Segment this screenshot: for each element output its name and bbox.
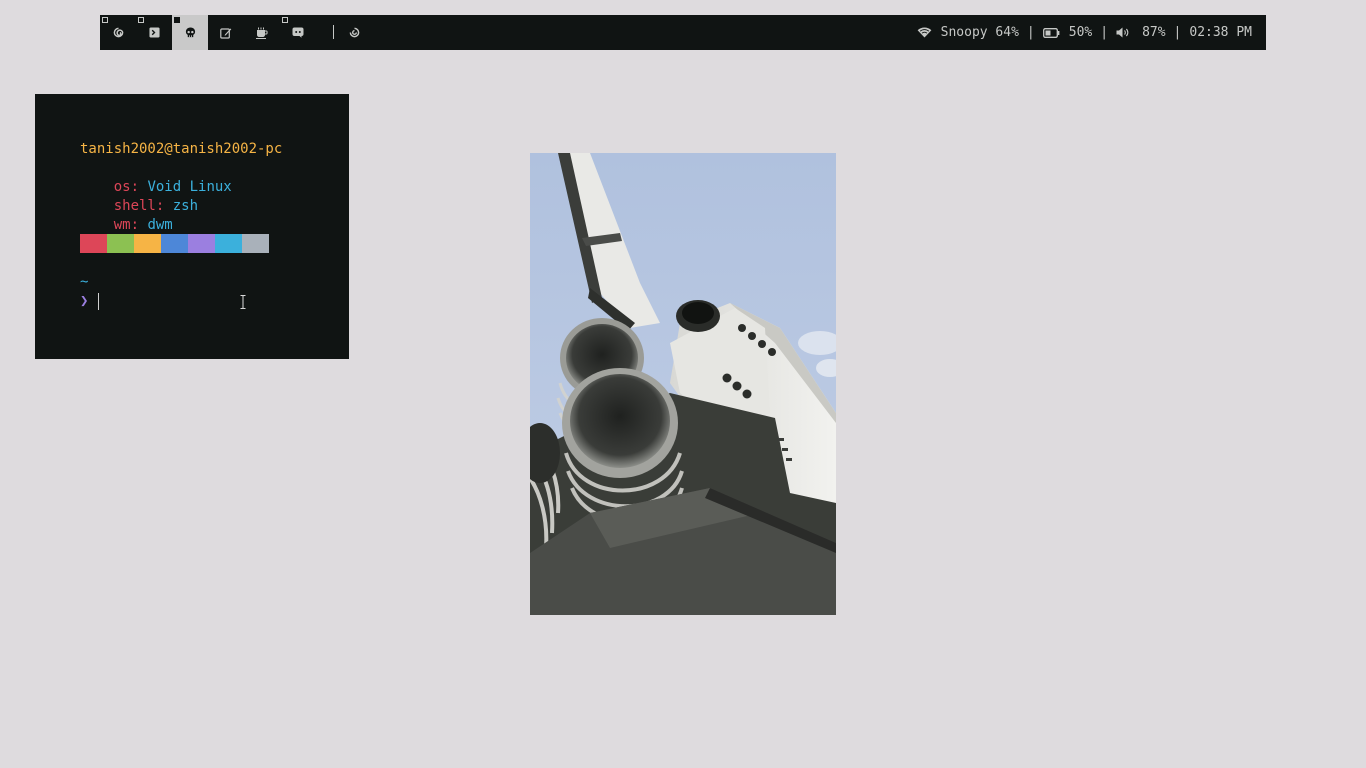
ibeam-cursor-icon [240,295,246,309]
volume-text: 87% [1142,25,1166,40]
tag-1[interactable] [100,15,136,50]
wifi-status[interactable]: Snoopy 64% [917,25,1019,40]
status-area: Snoopy 64% | 50% | 87% | 02:38 PM [917,15,1252,50]
color-swatch [188,234,215,253]
tag-4[interactable] [208,15,244,50]
clock[interactable]: 02:38 PM [1189,25,1252,40]
tag-6[interactable] [280,15,316,50]
text-cursor [98,293,99,310]
spiral-icon [113,27,123,38]
tile-layout-icon [349,27,359,38]
battery-icon [1042,27,1060,38]
wifi-text: Snoopy 64% [940,25,1019,40]
status-bar: Snoopy 64% | 50% | 87% | 02:38 PM [100,15,1266,50]
battery-text: 50% [1068,25,1093,40]
status-separator: | [1100,25,1109,40]
color-swatch [215,234,242,253]
layout-indicator[interactable] [344,15,364,50]
edit-icon [220,27,232,39]
tag-3[interactable] [172,15,208,50]
color-swatch [134,234,161,253]
color-swatch [161,234,188,253]
volume-status[interactable]: 87% [1116,25,1166,40]
color-swatch [80,234,107,253]
coffee-icon [256,27,268,39]
terminal-window[interactable]: tanish2002@tanish2002-pc os: Void Linux … [35,94,349,359]
color-swatch [107,234,134,253]
skull-icon [185,27,195,37]
battery-status[interactable]: 50% [1042,25,1093,40]
discord-icon [292,27,304,38]
tag-2[interactable] [136,15,172,50]
space-shuttle-picture [530,153,836,615]
status-separator: | [1026,25,1035,40]
terminal-icon [148,27,160,38]
prompt-symbol: ❯ [80,293,89,309]
tag-occupied-indicator [174,17,180,23]
tag-occupied-indicator [282,17,288,23]
tag-occupied-indicator [138,17,144,23]
color-palette [80,234,269,253]
wifi-icon [917,27,932,38]
space-shuttle-image [530,153,836,615]
tag-occupied-indicator [102,17,108,23]
status-separator: | [1173,25,1182,40]
tag-5[interactable] [244,15,280,50]
terminal-userhost: tanish2002@tanish2002-pc [80,141,283,157]
bar-separator [333,25,334,39]
volume-icon [1116,27,1129,38]
color-swatch [242,234,269,253]
info-value: zsh [172,198,199,214]
current-directory: ~ [80,274,89,290]
